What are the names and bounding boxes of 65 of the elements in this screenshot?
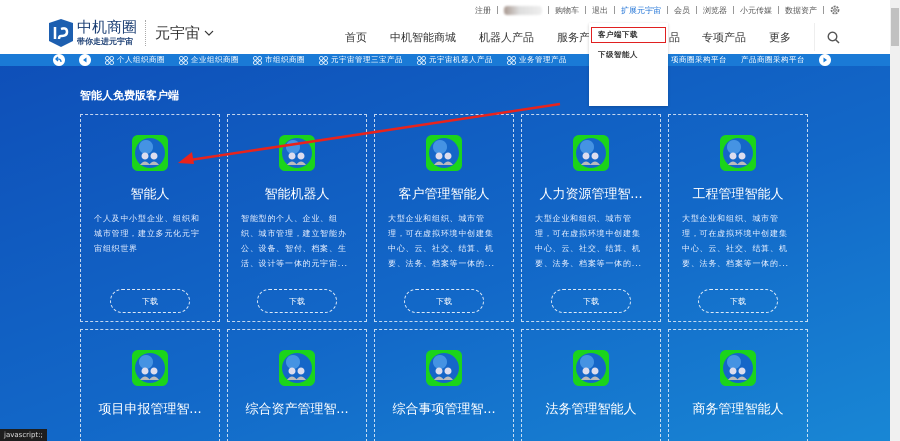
card-description: 大型企业和组织、城市管理，可在虚拟环境中创建集中心、云、社交、结算、机要、法务、档案等一体的... [388,213,496,270]
top-link[interactable]: 注册 [475,4,491,16]
logo-slogan: 带你走进元宇宙 [77,36,134,47]
card-title: 法务管理智能人 [546,401,636,418]
card-title: 工程管理智能人 [692,186,784,203]
card-title: 客户管理智能人 [398,186,490,203]
grid-icon [105,56,114,64]
search-button[interactable] [814,23,840,51]
grid-icon [417,56,426,64]
card-description: 大型企业和组织、城市管理，可在虚拟环境中创建集中心、云、社交、结算、机要、法务、档案等一体的... [535,213,643,270]
top-link[interactable]: 数据资产 [785,4,817,16]
grid-icon [179,56,188,64]
grid-icon [253,56,262,64]
top-link[interactable]: 会员 [674,4,690,16]
globe-icon [720,135,756,171]
card-title: 项目申报管理智... [98,401,202,418]
card-description: 智能型的个人、企业、组织、城市管理，建立智能办公、设备、智付、档案、生活、设计等一体的元宇宙... [241,213,349,270]
card-title: 综合事项管理智... [392,401,496,418]
blurred-username [504,6,542,14]
nav-item[interactable]: 品 [669,30,680,44]
nav-item[interactable]: 更多 [769,30,791,44]
card-title: 商务管理智能人 [692,401,784,418]
download-button[interactable]: 下载 [551,289,631,313]
next-button[interactable] [819,54,831,66]
download-button[interactable]: 下载 [110,289,190,313]
download-button[interactable]: 下载 [257,289,337,313]
card-description: 个人及中小型企业、组织和城市管理，建立多元化元宇宙组织世界 [94,213,201,255]
top-link[interactable]: 扩展元宇宙 [621,4,661,16]
section-heading: 智能人免费版客户端 [80,88,180,103]
top-link[interactable]: 购物车 [555,4,579,16]
globe-icon [279,350,315,386]
nav-item[interactable]: 首页 [345,30,367,44]
card-description: 大型企业和组织、城市管理，可在虚拟环境中创建集中心、云、社交、结算、机要、法务、档案等一体的... [682,213,790,270]
nav-item[interactable]: 专项产品 [702,30,746,44]
globe-icon [573,135,609,171]
globe-icon [573,350,609,386]
globe-icon [426,350,462,386]
download-button[interactable]: 下载 [698,289,778,313]
settings-icon[interactable] [830,5,840,15]
triangle-right-icon[interactable] [822,57,828,63]
logo-name: 中机商圈 [77,19,137,36]
section-title[interactable]: 元宇宙 [155,24,200,42]
card-title: 综合资产管理智... [245,401,349,418]
globe-icon [132,350,168,386]
globe-icon [279,135,315,171]
nav-item[interactable]: 服务产 [557,30,590,44]
top-link[interactable]: 浏览器 [703,4,727,16]
download-button[interactable]: 下载 [404,289,484,313]
globe-icon [132,135,168,171]
globe-icon [720,350,756,386]
nav-item[interactable]: 中机智能商城 [390,30,456,44]
search-icon[interactable] [827,30,840,44]
top-link[interactable]: 退出 [592,4,608,16]
grid-icon [319,56,328,64]
triangle-left-icon[interactable] [82,57,88,63]
previous-button[interactable] [79,54,91,66]
logo-icon [47,19,73,47]
top-link[interactable]: 小元传媒 [740,4,772,16]
nav-item[interactable]: 机器人产品 [479,30,534,44]
globe-icon [426,135,462,171]
card-title: 智能机器人 [264,186,330,203]
card-title: 智能人 [130,186,170,203]
grid-icon [507,56,516,64]
chevron-down-icon[interactable] [204,29,214,37]
card-title: 人力资源管理智... [539,186,643,203]
